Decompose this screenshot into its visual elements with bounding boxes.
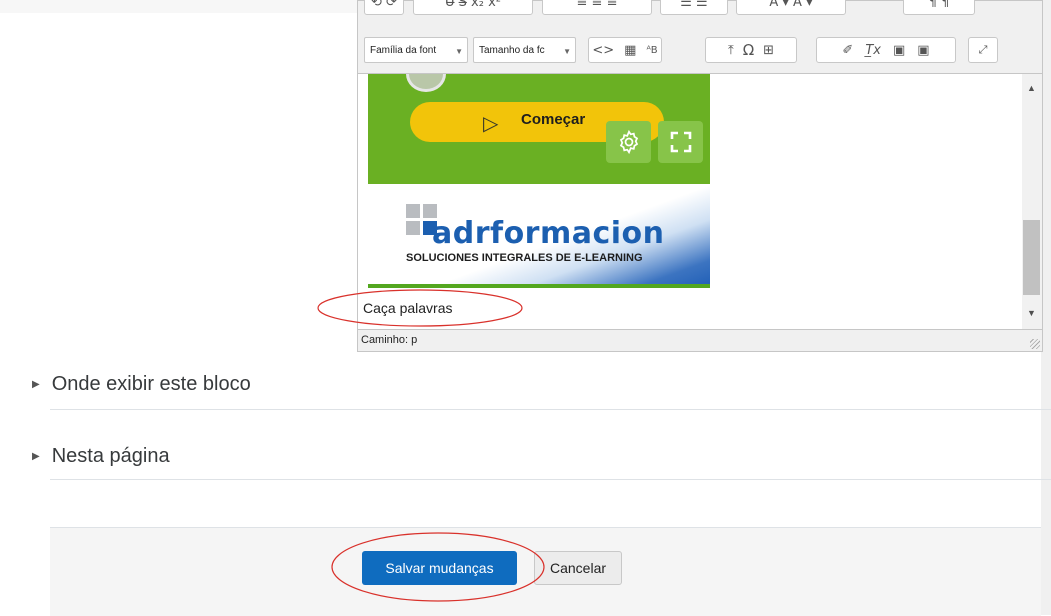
source-code-icon[interactable]: <>: [592, 43, 614, 58]
insert-group: ⤒ Ω ⊞: [705, 37, 797, 63]
adrformacion-banner: adrformacion SOLUCIONES INTEGRALES DE E-…: [368, 184, 710, 288]
caret-right-icon: ▶: [32, 379, 40, 390]
logo-text: adrformacion: [432, 216, 665, 251]
paste-text-icon[interactable]: ▣: [893, 43, 905, 58]
section-display-location[interactable]: ▶ Onde exibir este bloco: [32, 373, 251, 396]
banner-tagline: SOLUCIONES INTEGRALES DE E-LEARNING: [406, 252, 643, 264]
start-label: Começar: [521, 111, 586, 128]
font-family-label: Família da font: [370, 44, 437, 56]
gear-icon: [619, 129, 638, 155]
color-group[interactable]: A ▾ A ▾: [736, 0, 846, 15]
fullscreen-icon: ⤢: [978, 43, 988, 56]
scroll-thumb[interactable]: [1023, 220, 1040, 295]
list-group[interactable]: ☰ ☰: [660, 0, 728, 15]
text-style-group[interactable]: U̶ S̶ x₂ x²: [413, 0, 533, 15]
table-icon[interactable]: ⊞: [763, 43, 774, 58]
resize-handle[interactable]: [1030, 339, 1040, 349]
editor-status-bar: Caminho: p: [358, 329, 1042, 351]
fullscreen-game-button[interactable]: [658, 121, 703, 163]
editor-toolbar: ⟲ ⟳ U̶ S̶ x₂ x² ≡ ≡ ≡ ☰ ☰ A ▾ A ▾ ¶ ¶ Fa…: [358, 0, 1042, 74]
section-this-page[interactable]: ▶ Nesta página: [32, 445, 170, 468]
align-group[interactable]: ≡ ≡ ≡: [542, 0, 652, 15]
settings-button[interactable]: [606, 121, 651, 163]
logo-square-icon: [406, 221, 420, 235]
chevron-down-icon: ▼: [563, 47, 571, 56]
scroll-down-icon[interactable]: ▼: [1027, 308, 1036, 318]
remove-format-icon[interactable]: T̲x: [865, 43, 881, 58]
font-family-select[interactable]: Família da font ▼: [364, 37, 468, 63]
fullscreen-button[interactable]: ⤢: [968, 37, 998, 63]
font-size-label: Tamanho da fc: [479, 44, 545, 56]
content-caption: Caça palavras: [363, 300, 453, 316]
play-icon: ▷: [483, 113, 499, 135]
font-size-select[interactable]: Tamanho da fc ▼: [473, 37, 576, 63]
form-footer: Salvar mudanças Cancelar: [50, 527, 1041, 616]
logo-square-icon: [406, 204, 420, 218]
cancel-button[interactable]: Cancelar: [534, 551, 622, 585]
special-character-icon[interactable]: Ω: [743, 41, 754, 59]
insert-upload-icon[interactable]: ⤒: [728, 43, 734, 58]
direction-group[interactable]: ¶ ¶: [903, 0, 975, 15]
scroll-up-icon[interactable]: ▲: [1027, 83, 1036, 93]
divider: [50, 479, 1051, 480]
save-changes-button[interactable]: Salvar mudanças: [362, 551, 517, 585]
section-title: Nesta página: [51, 445, 170, 467]
game-preview-image: ▷ Começar: [368, 74, 710, 184]
section-title: Onde exibir este bloco: [51, 373, 251, 395]
chevron-down-icon: ▼: [455, 47, 463, 56]
editor-content-area[interactable]: ▷ Começar adrformacion SOLUCIONES INTEGR…: [358, 74, 1022, 329]
game-circle-decoration: [406, 74, 446, 92]
format-group: ✐ T̲x ▣ ▣: [816, 37, 956, 63]
code-find-group: <> ▦ ᴬB: [588, 37, 662, 63]
fullscreen-icon: [670, 131, 691, 153]
undo-redo-group[interactable]: ⟲ ⟳: [364, 0, 404, 15]
divider: [50, 409, 1051, 410]
banner-underline: [368, 284, 710, 288]
find-icon[interactable]: ▦: [624, 43, 636, 58]
element-path[interactable]: Caminho: p: [361, 334, 417, 346]
paste-word-icon[interactable]: ▣: [917, 43, 929, 58]
rich-text-editor[interactable]: ⟲ ⟳ U̶ S̶ x₂ x² ≡ ≡ ≡ ☰ ☰ A ▾ A ▾ ¶ ¶ Fa…: [357, 0, 1043, 352]
clear-brush-icon[interactable]: ✐: [842, 43, 853, 58]
find-replace-icon[interactable]: ᴬB: [646, 45, 657, 56]
editor-scrollbar[interactable]: ▲ ▼: [1022, 74, 1042, 329]
caret-right-icon: ▶: [32, 451, 40, 462]
